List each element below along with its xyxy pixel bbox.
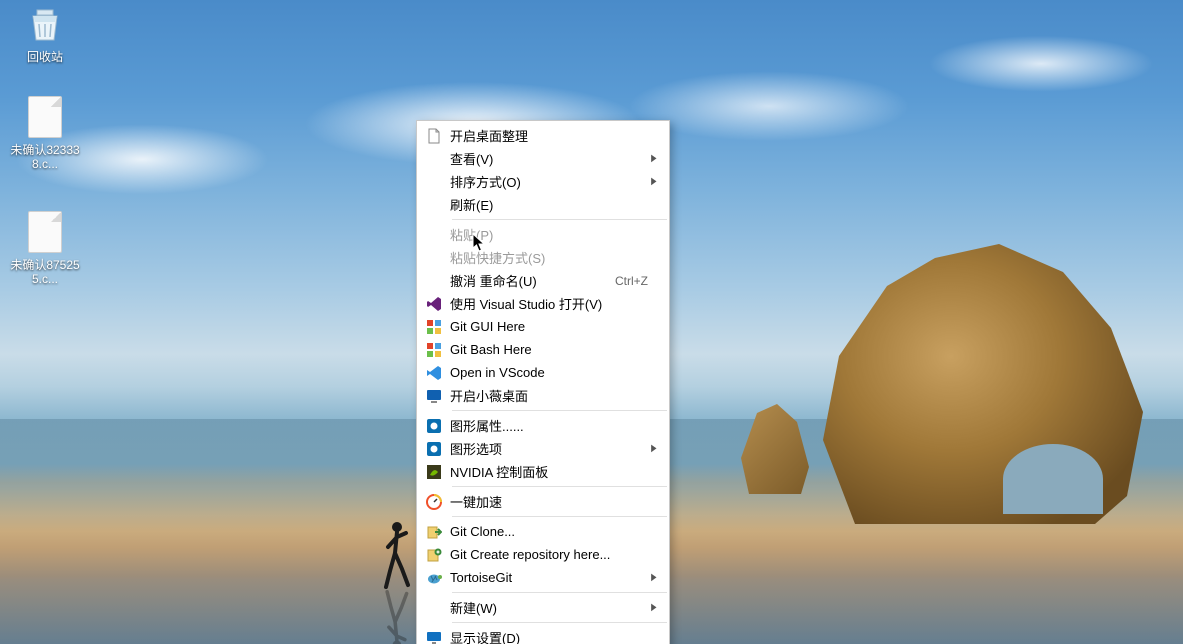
menu-icon-empty	[424, 173, 444, 191]
menu-item-git-clone[interactable]: Git Clone...	[418, 520, 668, 543]
file-icon	[23, 210, 67, 254]
menu-item-label: NVIDIA 控制面板	[450, 462, 648, 481]
desktop-icon-file-1[interactable]: 未确认323338.c...	[10, 95, 80, 172]
menu-item-label: 排序方式(O)	[450, 172, 648, 191]
menu-item-label: 撤消 重命名(U)	[450, 271, 605, 290]
menu-item-label: 使用 Visual Studio 打开(V)	[450, 294, 648, 313]
menu-item-label: Git Clone...	[450, 524, 648, 539]
submenu-arrow-icon: ▶	[650, 153, 657, 164]
desktop-icon-label: 未确认875255.c...	[10, 258, 80, 287]
menu-item-sort[interactable]: 排序方式(O)▶	[418, 170, 668, 193]
desktop-icon-file-2[interactable]: 未确认875255.c...	[10, 210, 80, 287]
wallpaper-runner	[380, 519, 412, 589]
menu-item-label: 新建(W)	[450, 598, 648, 617]
menu-item-label: 图形属性......	[450, 416, 648, 435]
menu-item-tortoise[interactable]: TortoiseGit▶	[418, 566, 668, 589]
vs-icon	[424, 295, 444, 313]
submenu-arrow-icon: ▶	[650, 176, 657, 187]
menu-item-organize-desktop[interactable]: 开启桌面整理	[418, 124, 668, 147]
menu-item-gfx-options[interactable]: 图形选项▶	[418, 437, 668, 460]
menu-item-label: Open in VScode	[450, 365, 648, 380]
intel-icon	[424, 440, 444, 458]
tortoise-create-icon	[424, 546, 444, 564]
menu-icon-empty	[424, 196, 444, 214]
menu-item-label: 显示设置(D)	[450, 628, 648, 644]
menu-item-label: 查看(V)	[450, 149, 648, 168]
menu-item-accelerator: Ctrl+Z	[615, 274, 648, 288]
menu-item-gfx-props[interactable]: 图形属性......	[418, 414, 668, 437]
menu-item-speedup[interactable]: 一键加速	[418, 490, 668, 513]
menu-item-label: 粘贴快捷方式(S)	[450, 248, 648, 267]
menu-separator	[452, 516, 667, 517]
intel-icon	[424, 417, 444, 435]
menu-item-open-vs[interactable]: 使用 Visual Studio 打开(V)	[418, 292, 668, 315]
menu-icon-empty	[424, 249, 444, 267]
wallpaper-runner-reflection	[380, 590, 412, 644]
menu-separator	[452, 410, 667, 411]
menu-item-xiaowei[interactable]: 开启小薇桌面	[418, 384, 668, 407]
git-color-icon	[424, 341, 444, 359]
tortoise-icon	[424, 569, 444, 587]
recycle-bin-icon	[23, 2, 67, 46]
menu-icon-empty	[424, 599, 444, 617]
menu-item-refresh[interactable]: 刷新(E)	[418, 193, 668, 216]
menu-item-git-bash[interactable]: Git Bash Here	[418, 338, 668, 361]
desktop-context-menu: 开启桌面整理查看(V)▶排序方式(O)▶刷新(E)粘贴(P)粘贴快捷方式(S)撤…	[416, 120, 670, 644]
menu-item-label: 开启小薇桌面	[450, 386, 648, 405]
menu-icon-empty	[424, 272, 444, 290]
wallpaper-rock-arch	[1003, 444, 1103, 514]
menu-item-label: 一键加速	[450, 492, 648, 511]
submenu-arrow-icon: ▶	[650, 602, 657, 613]
menu-separator	[452, 592, 667, 593]
display-icon	[424, 629, 444, 644]
menu-item-label: Git Bash Here	[450, 342, 648, 357]
menu-item-new[interactable]: 新建(W)▶	[418, 596, 668, 619]
menu-item-git-gui[interactable]: Git GUI Here	[418, 315, 668, 338]
xiaowei-icon	[424, 387, 444, 405]
menu-item-label: 图形选项	[450, 439, 648, 458]
menu-icon-empty	[424, 226, 444, 244]
menu-item-git-create[interactable]: Git Create repository here...	[418, 543, 668, 566]
menu-item-paste: 粘贴(P)	[418, 223, 668, 246]
menu-separator	[452, 486, 667, 487]
file-icon	[23, 95, 67, 139]
menu-separator	[452, 622, 667, 623]
vscode-icon	[424, 364, 444, 382]
menu-item-open-vscode[interactable]: Open in VScode	[418, 361, 668, 384]
nvidia-icon	[424, 463, 444, 481]
menu-item-label: Git GUI Here	[450, 319, 648, 334]
menu-item-label: 开启桌面整理	[450, 126, 648, 145]
submenu-arrow-icon: ▶	[650, 572, 657, 583]
tortoise-checkout-icon	[424, 523, 444, 541]
desktop-icon-recycle-bin[interactable]: 回收站	[10, 2, 80, 64]
desktop-icon-label: 回收站	[27, 50, 63, 64]
menu-item-label: 粘贴(P)	[450, 225, 648, 244]
doc-icon	[424, 127, 444, 145]
menu-item-undo-rename[interactable]: 撤消 重命名(U) Ctrl+Z	[418, 269, 668, 292]
menu-item-label: Git Create repository here...	[450, 547, 648, 562]
submenu-arrow-icon: ▶	[650, 443, 657, 454]
menu-item-display-settings[interactable]: 显示设置(D)	[418, 626, 668, 644]
menu-separator	[452, 219, 667, 220]
menu-icon-empty	[424, 150, 444, 168]
git-color-icon	[424, 318, 444, 336]
speed-icon	[424, 493, 444, 511]
menu-item-nvidia[interactable]: NVIDIA 控制面板	[418, 460, 668, 483]
menu-item-label: TortoiseGit	[450, 570, 648, 585]
menu-item-paste-shortcut: 粘贴快捷方式(S)	[418, 246, 668, 269]
desktop[interactable]: 回收站 未确认323338.c... 未确认875255.c... 开启桌面整理…	[0, 0, 1183, 644]
menu-item-view[interactable]: 查看(V)▶	[418, 147, 668, 170]
desktop-icon-label: 未确认323338.c...	[10, 143, 80, 172]
menu-item-label: 刷新(E)	[450, 195, 648, 214]
